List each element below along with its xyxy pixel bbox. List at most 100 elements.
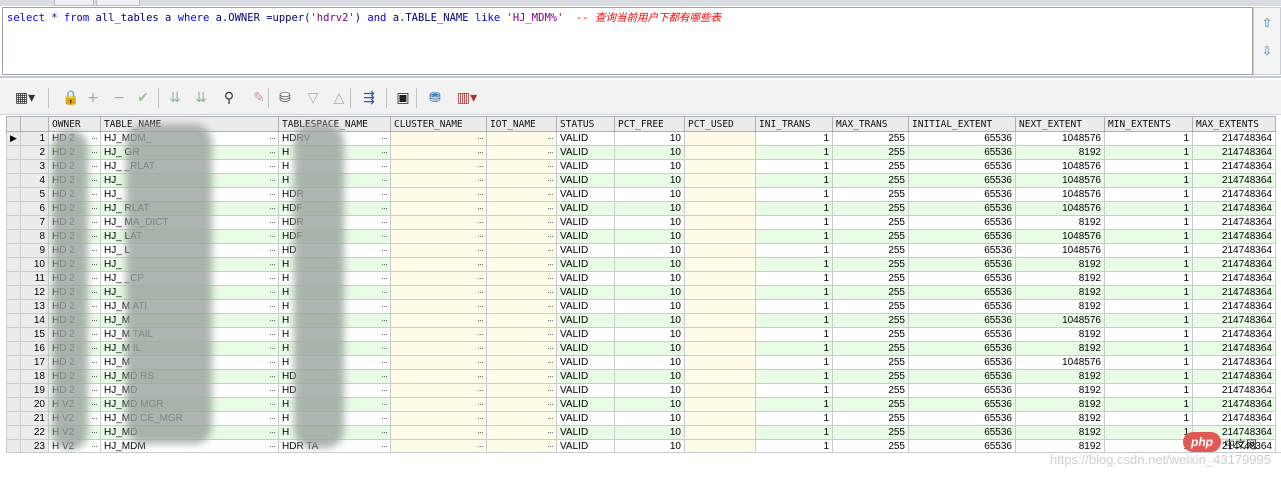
cell-max-trans[interactable]: 255 (832, 187, 909, 202)
cell-min-extents[interactable]: 1 (1104, 215, 1193, 230)
cell-ini-trans[interactable]: 1 (755, 383, 833, 398)
row-indicator[interactable] (6, 299, 21, 314)
cell-cluster-name[interactable]: ··· (390, 299, 487, 314)
ellipsis-button[interactable]: ··· (381, 203, 388, 215)
cell-iot-name[interactable]: ··· (486, 369, 557, 384)
ellipsis-button[interactable]: ··· (91, 343, 98, 355)
ellipsis-button[interactable]: ··· (269, 133, 276, 145)
chart-menu-icon[interactable]: ▥▾ (452, 89, 482, 107)
row-number[interactable]: 12 (20, 285, 49, 300)
cell-cluster-name[interactable]: ··· (390, 355, 487, 370)
ellipsis-button[interactable]: ··· (269, 315, 276, 327)
row-indicator[interactable] (6, 439, 21, 452)
cell-iot-name[interactable]: ··· (486, 355, 557, 370)
cell-max-extents[interactable]: 214748364 (1192, 257, 1276, 272)
ellipsis-button[interactable]: ··· (381, 315, 388, 327)
cell-pct-free[interactable]: 10 (614, 369, 685, 384)
ellipsis-button[interactable]: ··· (269, 427, 276, 439)
tab-sql[interactable] (54, 0, 94, 6)
cell-initial-extent[interactable]: 65536 (908, 397, 1016, 412)
cell-max-trans[interactable]: 255 (832, 145, 909, 160)
ellipsis-button[interactable]: ··· (381, 245, 388, 257)
ellipsis-button[interactable]: ··· (91, 189, 98, 201)
cell-ini-trans[interactable]: 1 (755, 411, 833, 426)
ellipsis-button[interactable]: ··· (477, 231, 484, 243)
ellipsis-button[interactable]: ··· (547, 175, 554, 187)
cell-pct-free[interactable]: 10 (614, 341, 685, 356)
tab-output[interactable] (96, 0, 140, 6)
add-record-icon[interactable]: + (84, 89, 102, 107)
cell-pct-used[interactable] (684, 425, 756, 440)
cell-min-extents[interactable]: 1 (1104, 299, 1193, 314)
ellipsis-button[interactable]: ··· (269, 175, 276, 187)
ellipsis-button[interactable]: ··· (269, 189, 276, 201)
cell-next-extent[interactable]: 1048576 (1015, 201, 1105, 216)
cell-pct-free[interactable]: 10 (614, 355, 685, 370)
cell-min-extents[interactable]: 1 (1104, 173, 1193, 188)
cell-min-extents[interactable]: 1 (1104, 383, 1193, 398)
ellipsis-button[interactable]: ··· (269, 385, 276, 397)
cell-iot-name[interactable]: ··· (486, 397, 557, 412)
ellipsis-button[interactable]: ··· (91, 301, 98, 313)
cell-max-extents[interactable]: 214748364 (1192, 341, 1276, 356)
lock-icon[interactable]: 🔒 (56, 89, 86, 107)
cell-pct-free[interactable]: 10 (614, 215, 685, 230)
ellipsis-button[interactable]: ··· (91, 203, 98, 215)
row-indicator[interactable] (6, 229, 21, 244)
ellipsis-button[interactable]: ··· (381, 441, 388, 453)
row-number[interactable]: 23 (20, 439, 49, 452)
cell-max-trans[interactable]: 255 (832, 341, 909, 356)
cell-cluster-name[interactable]: ··· (390, 229, 487, 244)
ellipsis-button[interactable]: ··· (477, 203, 484, 215)
cell-status[interactable]: VALID (556, 145, 615, 160)
cell-ini-trans[interactable]: 1 (755, 425, 833, 440)
row-number[interactable]: 22 (20, 425, 49, 440)
arrow-up-icon[interactable]: ⇧ (1260, 16, 1274, 30)
row-number[interactable]: 21 (20, 411, 49, 426)
cell-pct-used[interactable] (684, 439, 756, 452)
row-number[interactable]: 4 (20, 173, 49, 188)
cell-max-trans[interactable]: 255 (832, 411, 909, 426)
fetch-last-icon[interactable]: ⇊ (192, 89, 210, 107)
row-indicator[interactable] (6, 313, 21, 328)
cell-next-extent[interactable]: 1048576 (1015, 131, 1105, 146)
ellipsis-button[interactable]: ··· (91, 413, 98, 425)
cell-next-extent[interactable]: 8192 (1015, 341, 1105, 356)
ellipsis-button[interactable]: ··· (477, 385, 484, 397)
ellipsis-button[interactable]: ··· (477, 343, 484, 355)
cell-cluster-name[interactable]: ··· (390, 257, 487, 272)
ellipsis-button[interactable]: ··· (547, 189, 554, 201)
ellipsis-button[interactable]: ··· (91, 315, 98, 327)
ellipsis-button[interactable]: ··· (547, 329, 554, 341)
cell-max-extents[interactable]: 214748364 (1192, 201, 1276, 216)
cell-pct-used[interactable] (684, 145, 756, 160)
cell-ini-trans[interactable]: 1 (755, 341, 833, 356)
cell-max-extents[interactable]: 214748364 (1192, 159, 1276, 174)
cell-cluster-name[interactable]: ··· (390, 215, 487, 230)
ellipsis-button[interactable]: ··· (269, 147, 276, 159)
cell-max-extents[interactable]: 214748364 (1192, 215, 1276, 230)
row-indicator[interactable] (6, 145, 21, 160)
cell-next-extent[interactable]: 8192 (1015, 411, 1105, 426)
cell-next-extent[interactable]: 8192 (1015, 145, 1105, 160)
cell-iot-name[interactable]: ··· (486, 285, 557, 300)
cell-pct-used[interactable] (684, 397, 756, 412)
post-changes-icon[interactable]: ✔ (134, 89, 152, 107)
cell-iot-name[interactable]: ··· (486, 131, 557, 146)
cell-next-extent[interactable]: 8192 (1015, 425, 1105, 440)
column-header-iot-name[interactable]: IOT_NAME (486, 116, 557, 132)
cell-cluster-name[interactable]: ··· (390, 271, 487, 286)
cell-pct-used[interactable] (684, 201, 756, 216)
row-number[interactable]: 5 (20, 187, 49, 202)
cell-cluster-name[interactable]: ··· (390, 411, 487, 426)
ellipsis-button[interactable]: ··· (381, 147, 388, 159)
ellipsis-button[interactable]: ··· (477, 189, 484, 201)
filter-up-icon[interactable]: △ (330, 89, 348, 107)
ellipsis-button[interactable]: ··· (381, 287, 388, 299)
cell-cluster-name[interactable]: ··· (390, 313, 487, 328)
ellipsis-button[interactable]: ··· (477, 245, 484, 257)
ellipsis-button[interactable]: ··· (547, 231, 554, 243)
cell-next-extent[interactable]: 8192 (1015, 215, 1105, 230)
ellipsis-button[interactable]: ··· (269, 301, 276, 313)
cell-pct-used[interactable] (684, 369, 756, 384)
